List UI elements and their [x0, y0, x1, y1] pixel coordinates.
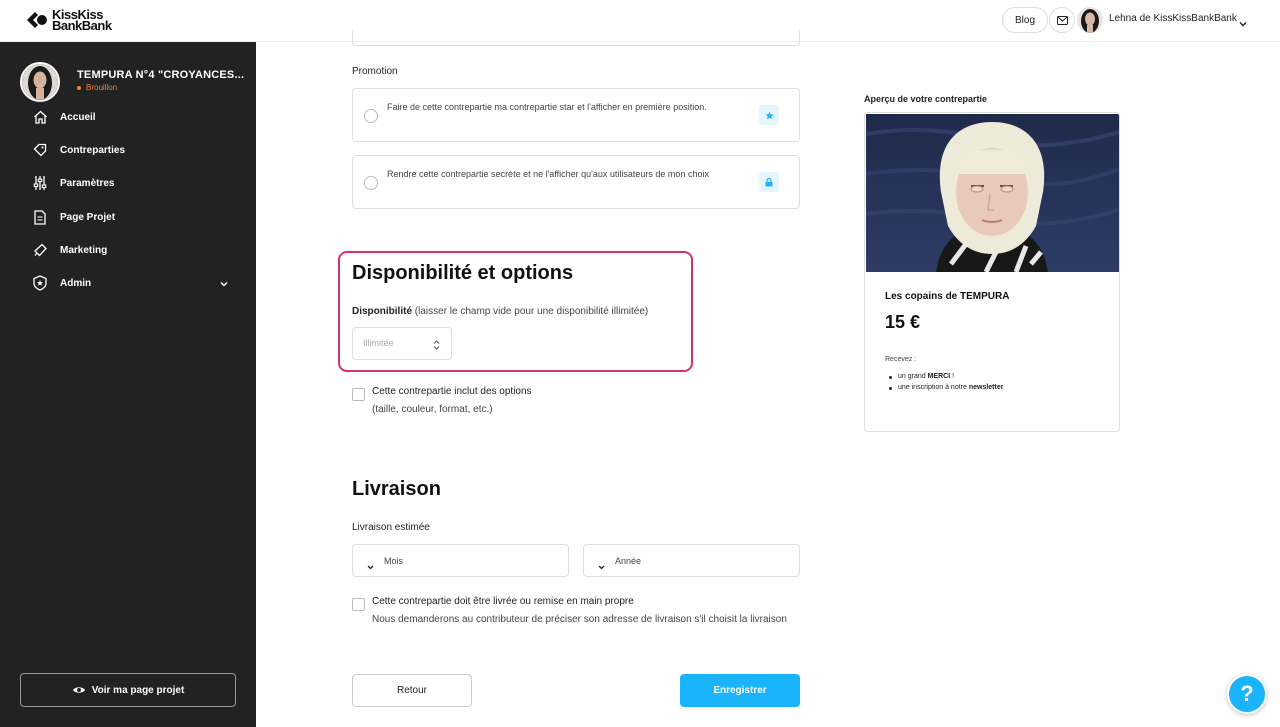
preview-reward-list: un grand MERCI ! une inscription à notre…	[887, 373, 1003, 395]
kisskiss-logo[interactable]: KissKiss BankBank	[26, 8, 112, 33]
view-project-page-button[interactable]: Voir ma page projet	[20, 673, 236, 707]
save-button[interactable]: Enregistrer	[680, 674, 800, 707]
megaphone-icon	[32, 242, 48, 258]
promotion-label: Promotion	[352, 66, 398, 77]
list-item: une inscription à notre newsletter	[887, 384, 1003, 391]
preview-reward-name: Les copains de TEMPURA	[885, 291, 1010, 302]
availability-label: Disponibilité (laisser le champ vide pou…	[352, 306, 648, 317]
user-name[interactable]: Lehna de KissKissBankBank	[1109, 13, 1237, 24]
document-icon	[32, 209, 48, 225]
chevron-down-icon	[598, 557, 605, 575]
sidebar-item-label: Contreparties	[60, 144, 126, 156]
year-select[interactable]: Année	[583, 544, 800, 577]
sidebar-item-accueil[interactable]: Accueil	[32, 107, 232, 127]
reward-image	[866, 114, 1119, 272]
status-dot-icon	[77, 85, 81, 90]
secret-radio[interactable]	[364, 176, 378, 190]
project-title: TEMPURA N°4 "CROYANCES...	[77, 69, 245, 81]
preview-receive-label: Recevez :	[885, 356, 917, 363]
home-icon	[32, 109, 48, 125]
delivery-check-label: Cette contrepartie doit être livrée ou r…	[372, 596, 634, 607]
availability-placeholder: Illimitée	[363, 338, 394, 348]
sidebar-item-label: Accueil	[60, 111, 96, 123]
previous-field[interactable]	[352, 30, 800, 46]
delivery-check-sub: Nous demanderons au contributeur de préc…	[372, 614, 787, 625]
stepper-icon[interactable]	[433, 338, 440, 356]
chevron-down-icon[interactable]	[220, 279, 228, 290]
sidebar-item-label: Page Projet	[60, 211, 116, 223]
sidebar-item-admin[interactable]: Admin	[32, 273, 232, 293]
chevron-down-icon[interactable]	[1239, 14, 1247, 32]
preview-card: Les copains de TEMPURA 15 € Recevez : un…	[864, 112, 1120, 432]
list-item-bold: newsletter	[968, 384, 1004, 391]
option-secret-card[interactable]: Rendre cette contrepartie secrète et ne …	[352, 155, 800, 209]
project-status-label: Brouillon	[86, 83, 118, 92]
option-secret-text: Rendre cette contrepartie secrète et ne …	[387, 169, 709, 179]
month-select[interactable]: Mois	[352, 544, 569, 577]
eye-icon	[72, 685, 86, 695]
chevron-down-icon	[367, 557, 374, 575]
preview-reward-price: 15 €	[885, 312, 921, 332]
availability-title: Disponibilité et options	[352, 262, 574, 284]
star-icon	[759, 105, 779, 125]
sliders-icon	[32, 175, 48, 191]
logo-mark-icon	[26, 10, 48, 30]
availability-input[interactable]: Illimitée	[352, 327, 452, 360]
project-status: Brouillon	[77, 83, 117, 92]
help-button[interactable]: ?	[1227, 674, 1267, 714]
list-item-text: une inscription à notre	[898, 384, 969, 391]
blog-button[interactable]: Blog	[1002, 7, 1048, 33]
option-star-text: Faire de cette contrepartie ma contrepar…	[387, 102, 707, 112]
sidebar-item-label: Marketing	[60, 244, 108, 256]
tag-icon	[32, 142, 48, 158]
sidebar: TEMPURA N°4 "CROYANCES... Brouillon Accu…	[0, 42, 256, 727]
options-checkbox[interactable]	[352, 388, 365, 401]
list-item-text: un grand	[898, 373, 928, 380]
preview-title: Aperçu de votre contrepartie	[864, 94, 988, 104]
year-select-value: Année	[615, 556, 642, 566]
mail-button[interactable]	[1049, 7, 1075, 33]
star-radio[interactable]	[364, 109, 378, 123]
list-item-text: !	[950, 373, 955, 380]
availability-label-strong: Disponibilité	[352, 306, 412, 317]
view-project-page-label: Voir ma page projet	[91, 684, 185, 696]
sidebar-item-contreparties[interactable]: Contreparties	[32, 140, 232, 160]
sidebar-item-label: Paramètres	[60, 177, 115, 189]
options-check-sub: (taille, couleur, format, etc.)	[372, 404, 493, 415]
sidebar-item-label: Admin	[60, 277, 92, 289]
logo-line2: BankBank	[52, 18, 112, 33]
sidebar-item-parametres[interactable]: Paramètres	[32, 173, 232, 193]
user-avatar[interactable]	[1077, 7, 1103, 33]
livraison-label: Livraison estimée	[352, 522, 430, 533]
sidebar-item-page-projet[interactable]: Page Projet	[32, 207, 232, 227]
availability-hint: (laisser le champ vide pour une disponib…	[414, 306, 649, 317]
sidebar-item-marketing[interactable]: Marketing	[32, 240, 232, 260]
list-item-bold: MERCI	[927, 373, 951, 380]
back-button[interactable]: Retour	[352, 674, 472, 707]
delivery-checkbox[interactable]	[352, 598, 365, 611]
list-item: un grand MERCI !	[887, 373, 1003, 380]
options-check-label: Cette contrepartie inclut des options	[372, 386, 532, 397]
month-select-value: Mois	[384, 556, 404, 566]
logo-text: KissKiss BankBank	[52, 8, 112, 33]
livraison-title: Livraison	[352, 478, 441, 500]
lock-icon	[759, 172, 779, 192]
option-star-card[interactable]: Faire de cette contrepartie ma contrepar…	[352, 88, 800, 142]
shield-icon	[32, 275, 48, 291]
project-avatar	[20, 62, 60, 102]
mail-icon	[1056, 15, 1068, 25]
